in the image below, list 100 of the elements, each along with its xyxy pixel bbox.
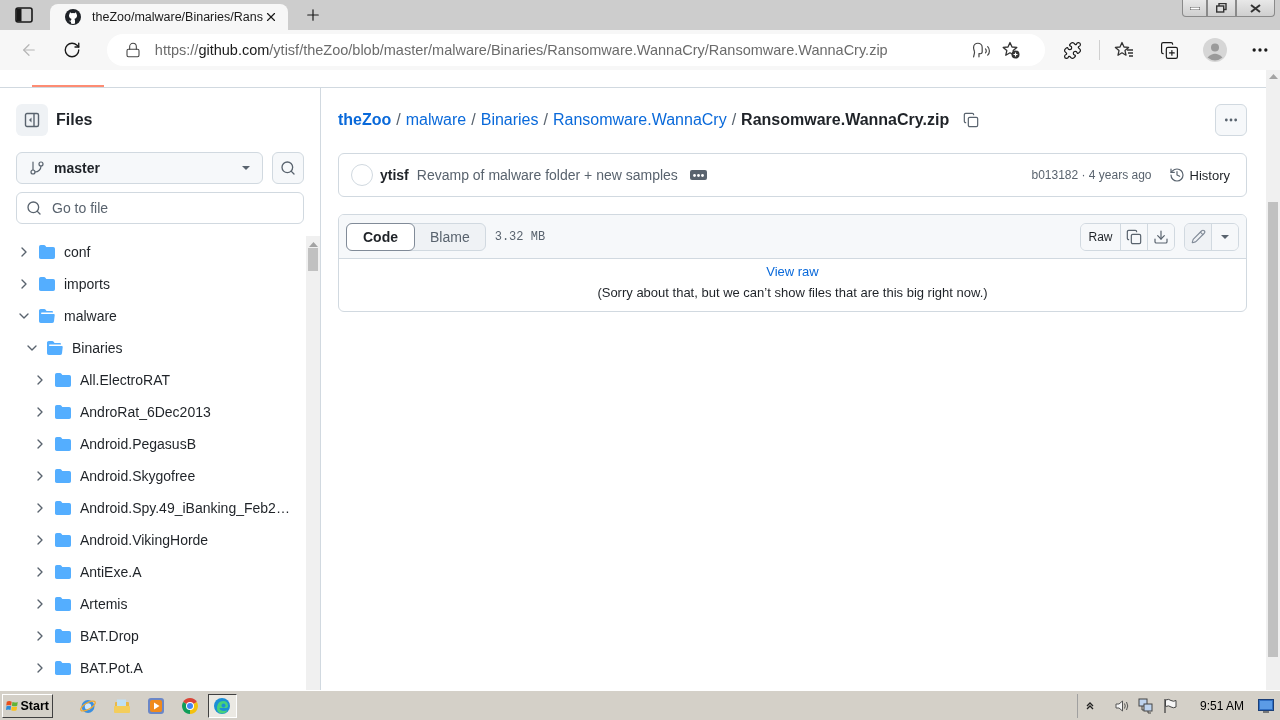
- folder-icon: [55, 564, 71, 580]
- copy-icon: [1126, 228, 1142, 245]
- profile-icon[interactable]: [1203, 38, 1228, 62]
- branch-icon: [29, 160, 45, 176]
- folder-open-icon: [47, 340, 63, 356]
- tree-item[interactable]: Android.Skygofree: [0, 460, 306, 492]
- notice-text: (Sorry about that, but we can’t show files that are this big right now.): [597, 284, 988, 302]
- pencil-icon: [1190, 229, 1206, 244]
- history-button[interactable]: History: [1160, 161, 1238, 189]
- chevron-up-icon[interactable]: [1085, 701, 1094, 710]
- tree-item[interactable]: malware: [0, 300, 306, 332]
- scrollbar-thumb[interactable]: [1268, 202, 1278, 657]
- extensions-icon[interactable]: [1062, 40, 1082, 60]
- breadcrumb-separator: /: [396, 111, 401, 129]
- breadcrumb-separator: /: [731, 111, 737, 129]
- folder-icon: [55, 468, 71, 484]
- breadcrumb-link[interactable]: malware: [405, 111, 467, 129]
- show-desktop-icon[interactable]: [1258, 698, 1274, 713]
- folder-icon: [55, 436, 71, 452]
- tree-item[interactable]: Binaries: [0, 332, 306, 364]
- tree-item[interactable]: Android.PegasusB: [0, 428, 306, 460]
- close-icon: [1250, 3, 1261, 13]
- folder-icon: [55, 404, 71, 420]
- branch-button[interactable]: master: [16, 152, 263, 184]
- breadcrumb-link[interactable]: Ransomware.WannaCry: [552, 111, 727, 129]
- folder-icon: [55, 596, 71, 612]
- breadcrumb-separator: /: [543, 111, 548, 129]
- address-bar[interactable]: https://github.com/ytisf/theZoo/blob/master/malware/Binaries/Ransomware.WannaCry/Ransomware.WannaCry.zip: [106, 34, 1046, 66]
- tree-item[interactable]: BAT.Pot.A: [0, 652, 306, 684]
- tree-item[interactable]: Android.VikingHorde: [0, 524, 306, 556]
- folder-icon: [55, 532, 71, 548]
- restore-button[interactable]: [1207, 0, 1236, 17]
- play-icon[interactable]: [147, 696, 165, 715]
- breadcrumb-link[interactable]: Binaries: [480, 111, 539, 129]
- view-raw-link[interactable]: View raw: [766, 262, 819, 282]
- wheel-icon[interactable]: [181, 696, 199, 715]
- tree-item[interactable]: Android.Spy.49_iBanking_Feb2…: [0, 492, 306, 524]
- commit-message[interactable]: Revamp of malware folder + new samples: [416, 167, 678, 183]
- file-search-field[interactable]: Go to file: [16, 192, 304, 224]
- folder-open-icon: [39, 308, 55, 324]
- close-icon[interactable]: [264, 10, 278, 24]
- history-icon: [1168, 167, 1185, 183]
- avatar-icon: [351, 164, 373, 186]
- folder-icon: [39, 244, 55, 260]
- ellipsis-button[interactable]: [689, 170, 707, 180]
- refresh-icon[interactable]: [62, 41, 81, 59]
- folder-icon: [55, 372, 71, 388]
- tree-item[interactable]: imports: [0, 268, 306, 300]
- search-icon: [280, 160, 296, 176]
- restore-icon: [1216, 3, 1227, 13]
- speaker-icon[interactable]: [1113, 697, 1130, 714]
- breadcrumb-link[interactable]: theZoo: [338, 111, 392, 129]
- folder-icon: [55, 660, 71, 676]
- folder-icon: [39, 276, 55, 292]
- scrollbar-thumb[interactable]: [308, 248, 318, 271]
- tree-item[interactable]: AntiExe.A: [0, 556, 306, 588]
- view-tab[interactable]: Code: [346, 222, 415, 251]
- favorites-icon[interactable]: [1114, 40, 1135, 60]
- lock-icon[interactable]: [124, 42, 141, 58]
- tree-item[interactable]: All.ElectroRAT: [0, 364, 306, 396]
- browser-tab[interactable]: theZoo/malware/Binaries/Rans: [50, 4, 288, 30]
- url-text: https://github.com/ytisf/theZoo/blob/master/malware/Binaries/Ransomware.WannaCry/Ransomware.WannaCry.zip: [154, 42, 889, 58]
- network-icon[interactable]: [1137, 697, 1154, 714]
- download-button[interactable]: [1147, 223, 1174, 250]
- search-icon: [26, 200, 42, 216]
- tree-item[interactable]: Artemis: [0, 588, 306, 620]
- start-button[interactable]: Start: [2, 693, 53, 718]
- collections-icon[interactable]: [1159, 40, 1179, 60]
- plus-icon[interactable]: [304, 6, 322, 24]
- search-button[interactable]: [272, 152, 304, 184]
- window-panel-icon[interactable]: [14, 5, 34, 25]
- sidebar-title: Files: [56, 111, 93, 129]
- minimize-icon: [1189, 6, 1200, 10]
- taskbar-app-button[interactable]: [207, 693, 237, 718]
- commit-meta: b013182 · 4 years ago: [1031, 168, 1152, 182]
- file-size: 3.32 MB: [494, 229, 546, 244]
- tree-item[interactable]: AndroRat_6Dec2013: [0, 396, 306, 428]
- folder-icon: [55, 628, 71, 644]
- caret-icon: [1221, 234, 1229, 239]
- cat-logo-icon: [65, 9, 81, 25]
- dots-icon: [692, 173, 704, 177]
- selected-tab-underline: [32, 85, 104, 87]
- clock: 9:51 AM: [1199, 698, 1244, 713]
- author-link[interactable]: ytisf: [380, 167, 409, 183]
- tree-item[interactable]: conf: [0, 236, 306, 268]
- close-window-button[interactable]: [1236, 0, 1275, 17]
- read-aloud-icon[interactable]: [972, 40, 992, 60]
- folder-icon: [55, 500, 71, 516]
- breadcrumb-separator: /: [471, 111, 476, 129]
- tab-title: theZoo/malware/Binaries/Rans: [92, 10, 264, 24]
- sidebar-toggle-button[interactable]: [16, 104, 48, 136]
- copy-icon[interactable]: [963, 112, 980, 128]
- breadcrumb-current: Ransomware.WannaCry.zip: [741, 111, 950, 129]
- panel-icon: [24, 112, 40, 128]
- caret-icon: [242, 166, 250, 170]
- tree-item[interactable]: BAT.Drop: [0, 620, 306, 652]
- view-tab[interactable]: Blame: [415, 222, 485, 251]
- flag-icon[interactable]: [1161, 697, 1178, 714]
- favorite-add-icon[interactable]: [1001, 40, 1022, 60]
- download-icon: [1153, 228, 1169, 245]
